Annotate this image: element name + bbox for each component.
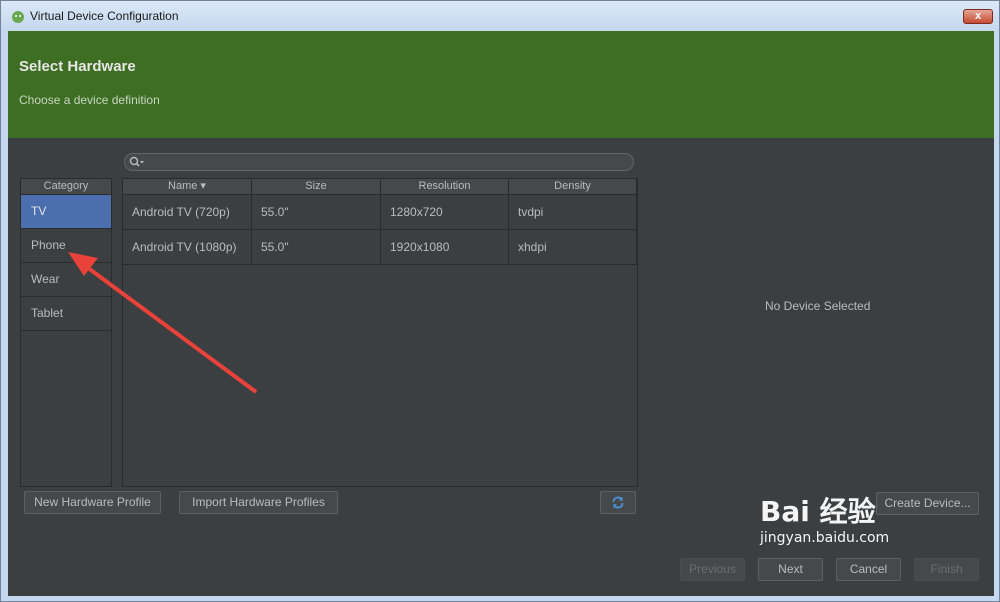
page-title: Select Hardware — [19, 58, 136, 75]
window-title: Virtual Device Configuration — [30, 9, 179, 23]
next-button[interactable]: Next — [758, 558, 823, 581]
column-header-size[interactable]: Size — [252, 179, 381, 194]
create-device-button[interactable]: Create Device... — [876, 492, 979, 515]
watermark-domain: jingyan.baidu.com — [760, 530, 890, 546]
category-item-phone[interactable]: Phone — [21, 229, 111, 263]
category-header: Category — [21, 179, 111, 195]
column-header-density[interactable]: Density — [509, 179, 637, 194]
import-hardware-profiles-button[interactable]: Import Hardware Profiles — [179, 491, 338, 514]
cell-name: Android TV (1080p) — [123, 230, 252, 264]
new-hardware-profile-button[interactable]: New Hardware Profile — [24, 491, 161, 514]
cell-density: xhdpi — [509, 230, 637, 264]
page-subtitle: Choose a device definition — [19, 93, 160, 107]
category-item-tv[interactable]: TV — [21, 195, 111, 229]
wizard-header: Select Hardware Choose a device definiti… — [8, 31, 994, 138]
table-header: Name ▾ Size Resolution Density — [123, 179, 637, 195]
no-device-text: No Device Selected — [765, 299, 871, 313]
column-header-name[interactable]: Name ▾ — [123, 179, 252, 194]
search-input[interactable] — [124, 153, 634, 171]
cell-resolution: 1920x1080 — [381, 230, 509, 264]
column-header-resolution[interactable]: Resolution — [381, 179, 509, 194]
search-icon — [129, 156, 144, 167]
android-studio-icon — [12, 11, 24, 23]
watermark-brand: Bai 经验 — [760, 495, 876, 528]
cell-size: 55.0" — [252, 230, 381, 264]
baidu-watermark: Bai 经验 jingyan.baidu.com — [760, 490, 889, 546]
category-list: Category TV Phone Wear Tablet — [20, 178, 112, 487]
cell-name: Android TV (720p) — [123, 195, 252, 229]
device-table: Name ▾ Size Resolution Density Android T… — [122, 178, 638, 487]
table-row[interactable]: Android TV (1080p) 55.0" 1920x1080 xhdpi — [123, 230, 637, 265]
cell-density: tvdpi — [509, 195, 637, 229]
refresh-button[interactable] — [600, 491, 636, 514]
cancel-button[interactable]: Cancel — [836, 558, 901, 581]
previous-button[interactable]: Previous — [680, 558, 745, 581]
category-item-wear[interactable]: Wear — [21, 263, 111, 297]
refresh-icon — [612, 496, 624, 509]
finish-button[interactable]: Finish — [914, 558, 979, 581]
category-item-tablet[interactable]: Tablet — [21, 297, 111, 331]
title-bar[interactable]: Virtual Device Configuration x — [1, 1, 999, 31]
cell-size: 55.0" — [252, 195, 381, 229]
table-row[interactable]: Android TV (720p) 55.0" 1280x720 tvdpi — [123, 195, 637, 230]
cell-resolution: 1280x720 — [381, 195, 509, 229]
close-button[interactable]: x — [963, 9, 993, 24]
